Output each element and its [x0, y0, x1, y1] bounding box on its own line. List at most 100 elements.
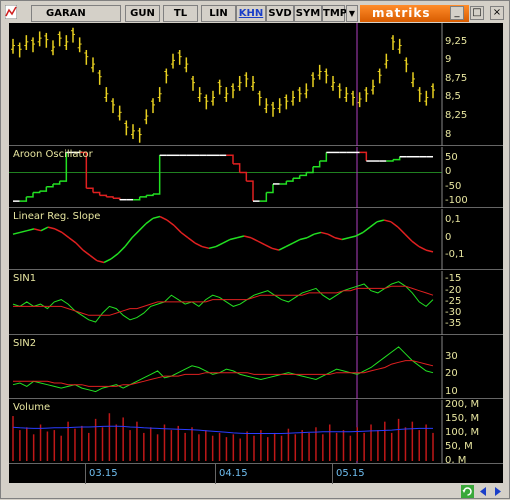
aroon-segment [386, 159, 394, 162]
price-tick-label: 8,25 [445, 110, 468, 122]
sin1-slow-line [13, 285, 434, 316]
sin1-panel[interactable]: SIN1 -15 -20 -25 -30 -35 [9, 271, 503, 335]
chart-type-icon[interactable] [5, 5, 17, 19]
linreg-segment [26, 228, 35, 232]
sin1-tick-label: -30 [445, 307, 462, 319]
sin2-slow-line [13, 360, 434, 387]
date-label-april: 04.15 [219, 468, 248, 479]
sin2-title: SIN2 [13, 338, 37, 349]
button-tmp[interactable]: TMP [322, 5, 347, 22]
sin2-lines [12, 336, 443, 399]
aroon-segment [99, 194, 108, 197]
price-panel[interactable]: 9,25 9 8,75 8,5 8,25 8 [9, 23, 503, 146]
date-axis: 03.15 04.15 05.15 [9, 463, 503, 484]
aroon-segment [359, 151, 368, 162]
linreg-tick-label: 0 [445, 231, 452, 243]
button-lin[interactable]: LIN [201, 5, 236, 22]
aroon-segment [153, 155, 161, 195]
linreg-tick-label: -0,1 [445, 249, 465, 261]
linreg-segment [250, 237, 259, 242]
button-tl[interactable]: TL [163, 5, 198, 22]
aroon-segment [113, 197, 121, 200]
linreg-segment [278, 245, 287, 251]
aroon-segment [246, 180, 254, 202]
minimize-button[interactable]: _ [450, 6, 464, 20]
aroon-segment [226, 154, 234, 164]
sin2-panel[interactable]: SIN2 30 20 10 [9, 336, 503, 399]
volume-panel[interactable]: Volume 200, M 150, M 100, M 50, M 0, M [9, 398, 503, 466]
linreg-title: Linear Reg. Slope [13, 211, 101, 222]
linreg-segment [222, 238, 231, 244]
price-tick-label: 9,25 [445, 35, 468, 47]
linreg-segment [19, 229, 28, 234]
linreg-segment [397, 226, 406, 235]
sin2-tick-label: 20 [445, 368, 458, 380]
scroll-right-icon[interactable] [491, 485, 504, 498]
aroon-segment [393, 156, 401, 161]
scroll-left-icon[interactable] [477, 485, 490, 498]
volume-average-line [12, 425, 433, 434]
sin1-tick-label: -25 [445, 295, 462, 307]
button-gun[interactable]: GUN [125, 5, 160, 22]
aroon-segment [86, 187, 94, 193]
symbol-field[interactable]: GARAN [31, 5, 121, 22]
price-tick-label: 8 [445, 128, 452, 140]
chart-area[interactable]: 9,25 9 8,75 8,5 8,25 8 Aroon Oscillator 50 0 -5… [9, 23, 503, 466]
close-button[interactable]: × [490, 6, 504, 20]
volume-tick-label: 200, M [445, 398, 480, 410]
date-divider [85, 464, 86, 484]
linreg-segment [334, 237, 343, 241]
linreg-segment [341, 237, 350, 241]
date-label-march: 03.15 [89, 468, 118, 479]
linreg-segment [40, 226, 49, 232]
linreg-segment [383, 219, 392, 223]
aroon-segment [46, 183, 54, 188]
aroon-tick-label: 0 [445, 166, 452, 178]
button-svd[interactable]: SVD [266, 5, 294, 22]
linreg-panel[interactable]: Linear Reg. Slope 0,1 0 -0,1 [9, 209, 503, 270]
aroon-segment [26, 192, 34, 198]
price-bars [11, 23, 443, 146]
button-khn[interactable]: KHN [236, 5, 266, 22]
linreg-segment [285, 242, 294, 248]
date-divider [215, 464, 216, 484]
aroon-segment [106, 196, 114, 199]
linreg-segment [264, 244, 273, 250]
linreg-segment [173, 224, 182, 233]
linreg-segment [376, 219, 385, 223]
linreg-segment [12, 231, 21, 235]
sin1-tick-label: -35 [445, 318, 462, 330]
aroon-segment [279, 181, 288, 185]
linreg-segment [138, 223, 147, 232]
aroon-segment [233, 163, 241, 173]
price-tick-label: 8,75 [445, 72, 468, 84]
linreg-segment [61, 231, 70, 239]
aroon-segment [93, 191, 101, 196]
chart-window: GARAN GUN TL LIN KHN SVD SYM TMP ▼ matri… [0, 0, 510, 499]
linreg-segment [145, 217, 154, 225]
linreg-segment [208, 245, 217, 250]
maximize-button[interactable]: □ [470, 6, 484, 20]
linreg-segment [404, 233, 413, 242]
linreg-segment [369, 221, 378, 228]
linreg-segment [362, 226, 371, 234]
dropdown-arrow-button[interactable]: ▼ [346, 5, 358, 22]
linreg-segment [152, 215, 161, 220]
linreg-segment [117, 246, 126, 255]
aroon-panel[interactable]: Aroon Oscillator 50 0 -50 -100 [9, 147, 503, 208]
refresh-icon[interactable] [461, 485, 474, 498]
aroon-tick-label: -50 [445, 180, 462, 192]
linreg-segment [33, 228, 42, 232]
button-sym[interactable]: SYM [294, 5, 322, 22]
linreg-segment [96, 259, 105, 264]
toolbar: GARAN GUN TL LIN KHN SVD SYM TMP ▼ matri… [3, 4, 509, 23]
aroon-segment [39, 186, 48, 192]
linreg-segment [257, 240, 266, 246]
aroon-segment [313, 161, 321, 168]
sin1-tick-label: -15 [445, 273, 462, 285]
aroon-segment [146, 193, 154, 197]
linreg-segment [47, 226, 56, 230]
linreg-segment [390, 221, 399, 228]
linreg-segment [68, 237, 77, 244]
volume-tick-label: 100, M [445, 426, 480, 438]
